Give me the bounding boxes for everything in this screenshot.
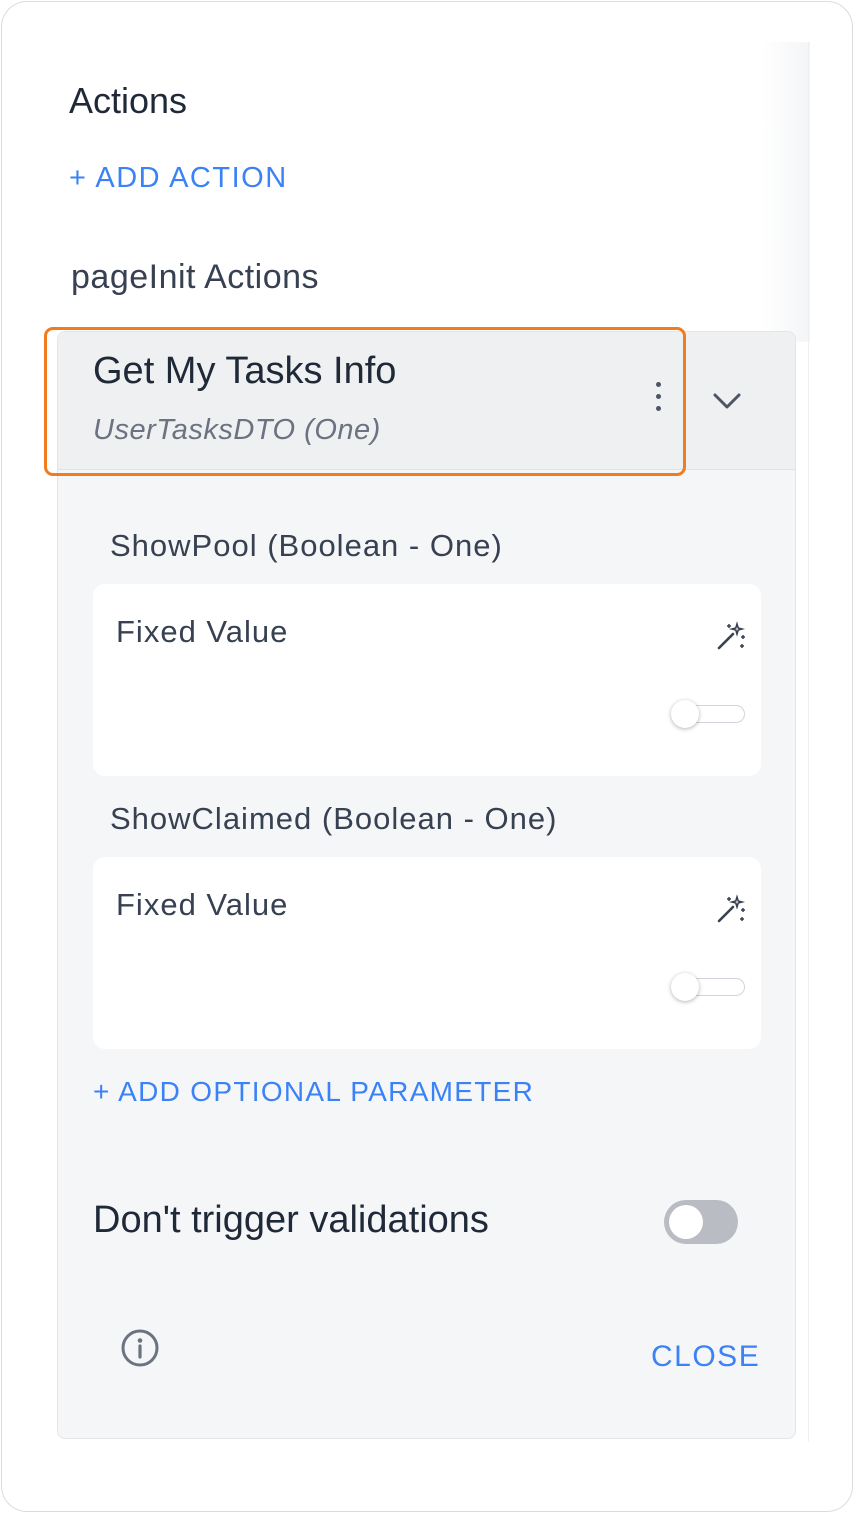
toggle-knob bbox=[671, 700, 699, 728]
param-card-showclaimed: Fixed Value bbox=[93, 857, 761, 1049]
dont-trigger-validations-label: Don't trigger validations bbox=[93, 1199, 489, 1241]
dont-trigger-validations-toggle[interactable] bbox=[664, 1200, 738, 1244]
add-action-button[interactable]: + ADD ACTION bbox=[69, 162, 288, 195]
info-circle-icon[interactable] bbox=[120, 1328, 160, 1368]
magic-wand-icon[interactable] bbox=[715, 893, 747, 925]
panel-divider bbox=[808, 42, 809, 1442]
pageinit-actions-label: pageInit Actions bbox=[71, 258, 320, 296]
close-button[interactable]: CLOSE bbox=[651, 1340, 760, 1374]
param-mode-label: Fixed Value bbox=[116, 614, 289, 649]
kebab-vertical-icon[interactable] bbox=[647, 382, 669, 422]
showpool-toggle[interactable] bbox=[671, 700, 745, 728]
param-label-showpool: ShowPool (Boolean - One) bbox=[110, 528, 503, 563]
toggle-knob bbox=[671, 973, 699, 1001]
toggle-knob bbox=[669, 1205, 703, 1239]
add-optional-parameter-button[interactable]: + ADD OPTIONAL PARAMETER bbox=[93, 1076, 534, 1108]
param-label-showclaimed: ShowClaimed (Boolean - One) bbox=[110, 801, 558, 836]
scroll-shadow bbox=[762, 42, 810, 342]
chevron-down-icon[interactable] bbox=[710, 386, 744, 416]
action-item-subtitle: UserTasksDTO (One) bbox=[93, 414, 381, 446]
param-card-showpool: Fixed Value bbox=[93, 584, 761, 776]
actions-heading: Actions bbox=[69, 80, 188, 121]
action-item-title: Get My Tasks Info bbox=[93, 350, 397, 392]
magic-wand-icon[interactable] bbox=[715, 620, 747, 652]
showclaimed-toggle[interactable] bbox=[671, 973, 745, 1001]
param-mode-label: Fixed Value bbox=[116, 887, 289, 922]
